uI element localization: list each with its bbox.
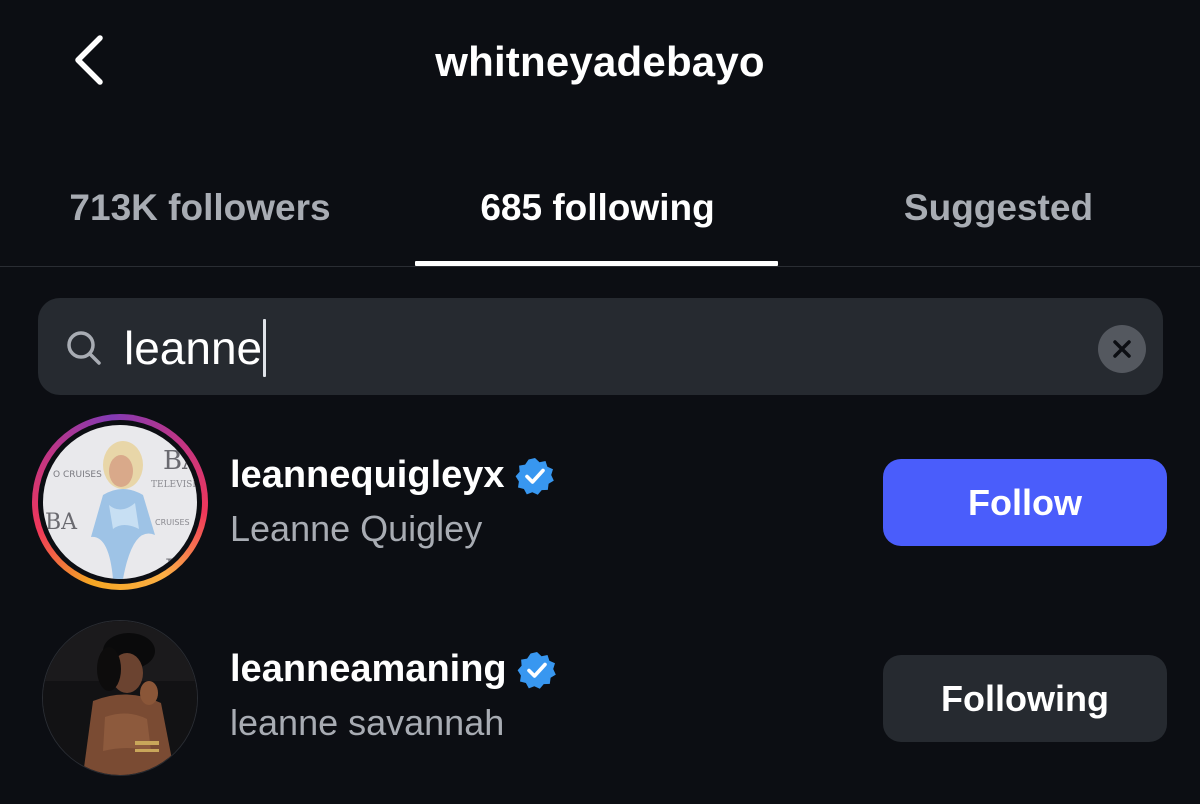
svg-text:TELEVISION: TELEVISION bbox=[151, 480, 197, 490]
verified-badge-icon bbox=[517, 651, 556, 689]
search-input[interactable]: leanne bbox=[124, 318, 267, 378]
text-caret bbox=[263, 319, 267, 377]
follow-button[interactable]: Follow bbox=[883, 459, 1167, 546]
search-icon bbox=[67, 331, 101, 365]
svg-text:BA: BA bbox=[45, 510, 78, 535]
username-line[interactable]: leannequigleyx bbox=[230, 454, 555, 497]
clear-search-button[interactable] bbox=[1098, 325, 1146, 373]
search-input-value: leanne bbox=[124, 322, 263, 374]
username: leannequigleyx bbox=[230, 454, 505, 496]
verified-badge-icon bbox=[515, 457, 554, 495]
list-item[interactable]: leanneamaning leanne savannah Following bbox=[0, 610, 1200, 800]
page-title: whitneyadebayo bbox=[435, 38, 765, 85]
tab-suggested[interactable]: Suggested bbox=[797, 170, 1200, 266]
tab-bar: 713K followers 685 following Suggested bbox=[0, 170, 1200, 266]
username: leanneamaning bbox=[230, 648, 507, 690]
username-line[interactable]: leanneamaning bbox=[230, 648, 557, 691]
avatar: BAF TELEVISION O CRUISES BA CRUISES FA bbox=[43, 425, 197, 579]
tab-following[interactable]: 685 following bbox=[400, 170, 795, 266]
svg-text:CRUISES: CRUISES bbox=[155, 518, 190, 527]
list-item[interactable]: BAF TELEVISION O CRUISES BA CRUISES FA l… bbox=[0, 414, 1200, 604]
divider bbox=[0, 266, 1200, 267]
tab-followers[interactable]: 713K followers bbox=[0, 170, 400, 266]
svg-text:BAF: BAF bbox=[163, 446, 197, 476]
svg-text:FA: FA bbox=[165, 556, 195, 579]
clear-icon bbox=[1113, 340, 1131, 358]
svg-text:O CRUISES: O CRUISES bbox=[53, 470, 102, 480]
story-ring[interactable]: BAF TELEVISION O CRUISES BA CRUISES FA bbox=[32, 414, 208, 590]
full-name: leanne savannah bbox=[230, 702, 505, 743]
avatar[interactable] bbox=[42, 620, 198, 776]
avatar-photo bbox=[43, 621, 197, 775]
avatar-photo: BAF TELEVISION O CRUISES BA CRUISES FA bbox=[43, 425, 197, 579]
full-name: Leanne Quigley bbox=[230, 508, 483, 549]
following-button[interactable]: Following bbox=[883, 655, 1167, 742]
following-search-screen: whitneyadebayo 713K followers 685 follow… bbox=[0, 0, 1200, 804]
